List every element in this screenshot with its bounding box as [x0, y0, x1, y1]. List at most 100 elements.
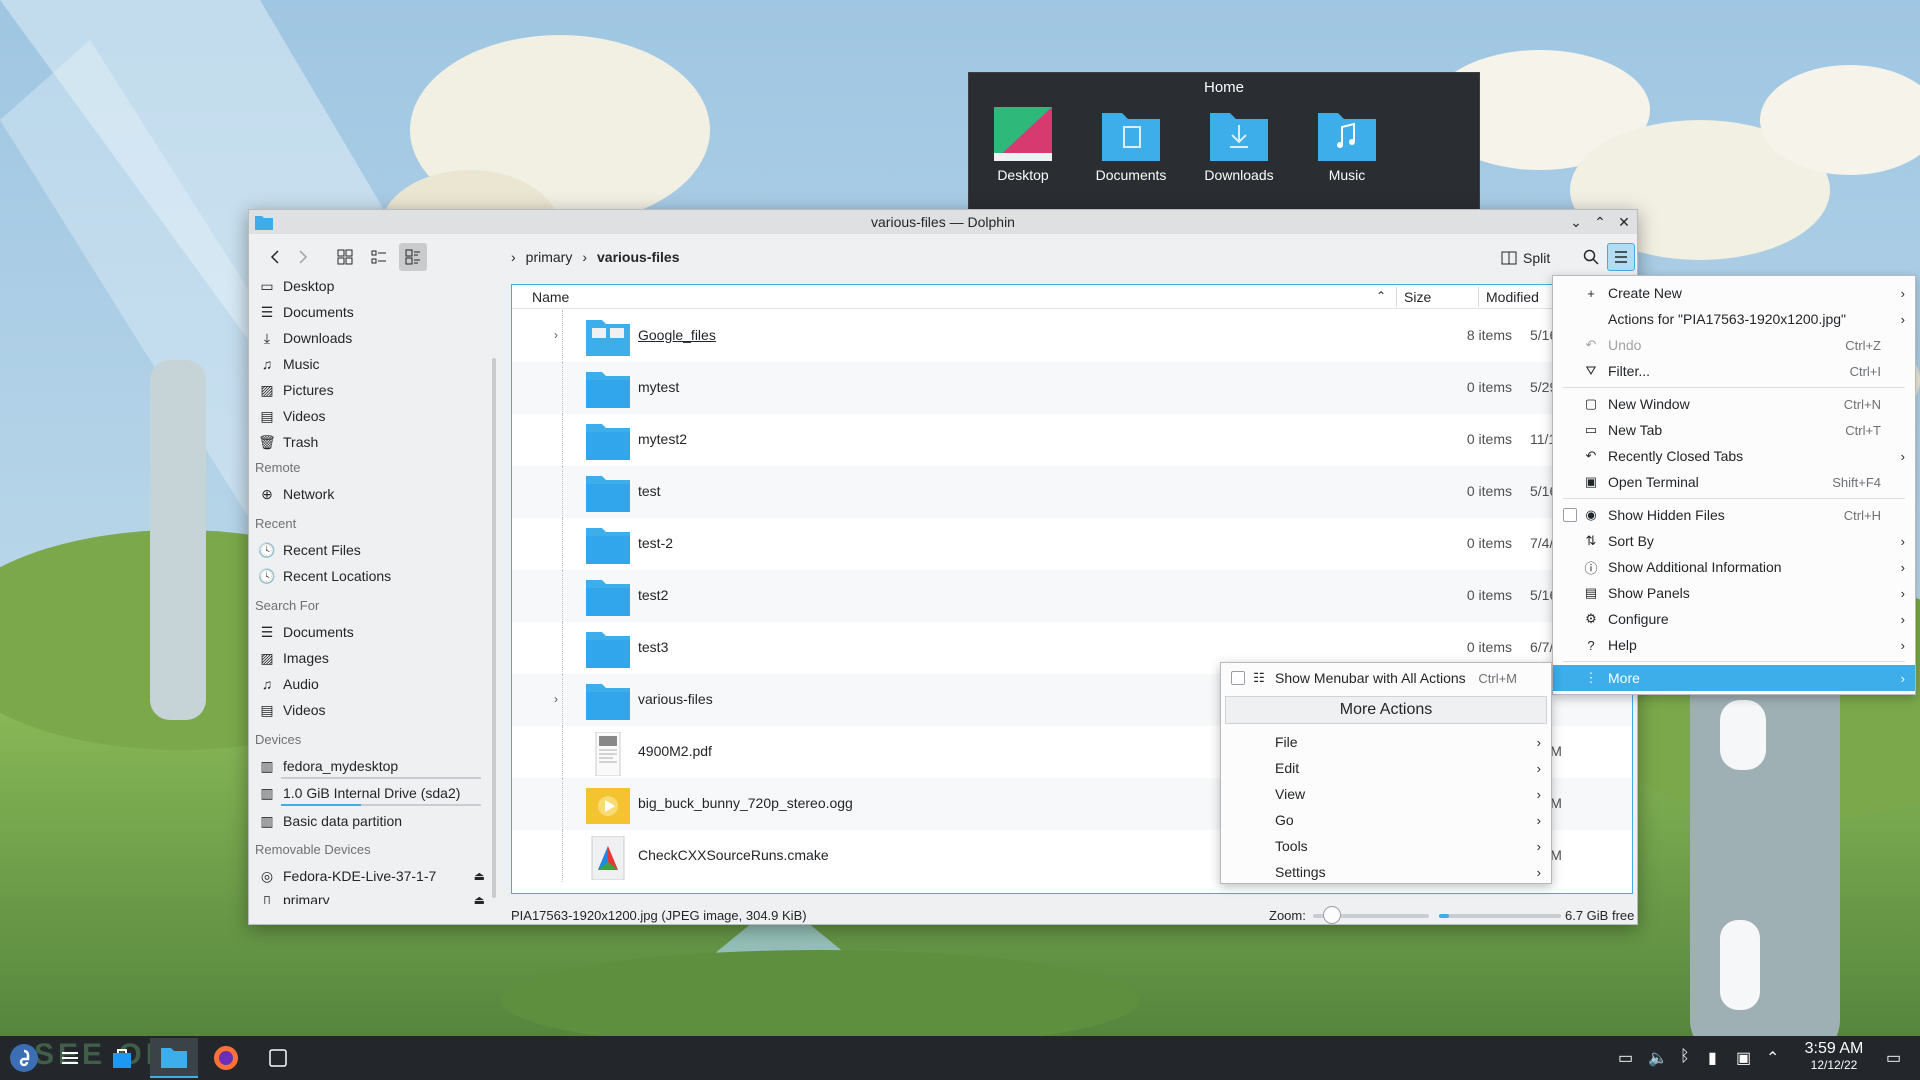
bluetooth-icon[interactable]: ᛒ [1680, 1048, 1690, 1066]
menu-item-show-menubar[interactable]: ☷ Show Menubar with All Actions Ctrl+M [1221, 665, 1551, 691]
chevron-right-icon[interactable]: › [554, 692, 558, 706]
menu-item-help[interactable]: ? Help › [1553, 632, 1915, 658]
file-icon [586, 316, 630, 359]
firefox-button[interactable] [202, 1038, 250, 1078]
sidebar-item-device-fedora[interactable]: ▥ fedora_mydesktop [259, 754, 398, 778]
submenu-item-edit[interactable]: Edit › [1221, 755, 1551, 781]
sidebar-item-pictures[interactable]: ▨ Pictures [259, 378, 334, 402]
sidebar-item-device-basic[interactable]: ▥ Basic data partition [259, 809, 402, 833]
zoom-slider-handle[interactable] [1323, 906, 1341, 924]
window-task-button[interactable] [254, 1038, 302, 1078]
menu-item-more[interactable]: ⋮ More › [1553, 665, 1915, 691]
sidebar-item-documents[interactable]: ☰ Documents [259, 300, 354, 324]
sidebar-item-music[interactable]: ♫ Music [259, 352, 320, 376]
minimize-button[interactable]: ⌄ [1567, 213, 1585, 231]
breadcrumb-item[interactable]: primary [526, 249, 573, 265]
submenu-item-view[interactable]: View › [1221, 781, 1551, 807]
file-row[interactable]: mytest20 items11/18/22 at 7: [512, 414, 1632, 466]
sort-ascending-icon: ⌃ [1376, 289, 1387, 303]
sidebar-item-network[interactable]: ⊕ Network [259, 482, 334, 506]
sidebar-item-removable-fedora-live[interactable]: ◎ Fedora-KDE-Live-37-1-7 [259, 864, 436, 888]
dolphin-task-button[interactable] [150, 1038, 198, 1078]
menu-item-open-terminal[interactable]: ▣ Open Terminal Shift+F4 [1553, 469, 1915, 495]
menu-item-label: Recently Closed Tabs [1608, 448, 1744, 464]
breadcrumb-current[interactable]: various-files [597, 249, 679, 265]
sidebar-item-search-videos[interactable]: ▤ Videos [259, 698, 325, 722]
menu-item-sort-by[interactable]: ⇅ Sort By › [1553, 528, 1915, 554]
sidebar-item-trash[interactable]: 🗑 Trash [258, 430, 318, 454]
eject-icon[interactable]: ⏏ [474, 869, 485, 883]
maximize-button[interactable]: ⌃ [1591, 213, 1609, 231]
menu-item-show-panels[interactable]: ▤ Show Panels › [1553, 580, 1915, 606]
popup-item-documents[interactable]: Documents [1081, 107, 1181, 183]
sidebar-item-search-images[interactable]: ▨ Images [259, 646, 329, 670]
network-tray-icon[interactable]: ▣ [1736, 1048, 1751, 1068]
file-row[interactable]: test20 items5/16/22 at 9:1 [512, 570, 1632, 622]
title-bar[interactable]: various-files — Dolphin ⌄ ⌃ ✕ [249, 210, 1637, 234]
sidebar-item-videos[interactable]: ▤ Videos [259, 404, 325, 428]
popup-item-downloads[interactable]: Downloads [1189, 107, 1289, 183]
file-row[interactable]: test-20 items7/4/22 at 4:05 [512, 518, 1632, 570]
split-button[interactable]: Split [1501, 246, 1550, 270]
search-button[interactable] [1577, 243, 1605, 271]
task-manager-button[interactable] [46, 1038, 94, 1078]
forward-button[interactable] [289, 243, 317, 271]
submenu-item-file[interactable]: File › [1221, 729, 1551, 755]
checkbox[interactable] [1563, 508, 1577, 522]
column-size[interactable]: Size [1404, 289, 1431, 305]
chevron-up-icon[interactable]: ⌃ [1766, 1048, 1779, 1068]
submenu-item-go[interactable]: Go › [1221, 807, 1551, 833]
file-name: various-files [638, 691, 713, 707]
details-view-button[interactable] [399, 243, 427, 271]
close-button[interactable]: ✕ [1615, 213, 1633, 231]
sidebar-item-recent-files[interactable]: 🕓 Recent Files [258, 538, 361, 562]
submenu-item-tools[interactable]: Tools › [1221, 833, 1551, 859]
show-desktop-icon[interactable]: ▭ [1886, 1048, 1901, 1068]
column-name[interactable]: Name [532, 289, 569, 305]
file-row[interactable]: test0 items5/16/22 at 9:0 [512, 466, 1632, 518]
popup-item-desktop[interactable]: Desktop [973, 107, 1073, 183]
menu-item-actions-for-pia17563-1920x1200-jpg[interactable]: Actions for "PIA17563-1920x1200.jpg" › [1553, 306, 1915, 332]
digital-clock[interactable]: 3:59 AM 12/12/22 [1792, 1040, 1876, 1072]
menu-item-configure[interactable]: ⚙ Configure › [1553, 606, 1915, 632]
sidebar-item-removable-primary[interactable]: ▯ primary [259, 888, 330, 905]
chevron-right-icon[interactable]: › [554, 328, 558, 342]
sidebar-item-recent-locations[interactable]: 🕓 Recent Locations [258, 564, 391, 588]
eject-icon[interactable]: ⏏ [474, 893, 485, 904]
menu-item-new-tab[interactable]: ▭ New Tab Ctrl+T [1553, 417, 1915, 443]
display-icon[interactable]: ▭ [1618, 1048, 1633, 1068]
sidebar-item-device-internal[interactable]: ▥ 1.0 GiB Internal Drive (sda2) [259, 781, 460, 805]
menu-item-undo[interactable]: ↶ Undo Ctrl+Z [1553, 332, 1915, 358]
tree-line [562, 674, 563, 726]
menu-item-new-window[interactable]: ▢ New Window Ctrl+N [1553, 391, 1915, 417]
sidebar-item-search-audio[interactable]: ♫ Audio [259, 672, 319, 696]
menu-item-filter[interactable]: ⛛ Filter... Ctrl+I [1553, 358, 1915, 384]
popup-item-music[interactable]: Music [1297, 107, 1397, 183]
desktop-icon: ▭ [260, 280, 274, 294]
folder-icon [586, 372, 630, 408]
volume-icon[interactable]: 🔈 [1648, 1048, 1668, 1068]
file-row[interactable]: ›Google_files8 items5/16/22 at 9:0 [512, 310, 1632, 362]
back-button[interactable] [261, 243, 289, 271]
menu-item-show-hidden-files[interactable]: ◉ Show Hidden Files Ctrl+H [1553, 502, 1915, 528]
icons-view-button[interactable] [331, 243, 359, 271]
discover-button[interactable] [98, 1038, 146, 1078]
sidebar-item-label: Pictures [283, 382, 334, 398]
file-row[interactable]: mytest0 items5/29/22 at 9:3 [512, 362, 1632, 414]
application-launcher[interactable] [0, 1038, 48, 1078]
file-size: 0 items [1466, 535, 1512, 551]
checkbox[interactable] [1231, 671, 1245, 685]
submenu-item-settings[interactable]: Settings › [1221, 859, 1551, 885]
sidebar-item-downloads[interactable]: ⤓ Downloads [259, 326, 352, 350]
sidebar-item-desktop[interactable]: ▭ Desktop [259, 280, 334, 298]
column-modified[interactable]: Modified [1486, 289, 1539, 305]
hamburger-menu-button[interactable] [1607, 243, 1635, 271]
menu-item-create-new[interactable]: + Create New › [1553, 280, 1915, 306]
menu-item-recently-closed-tabs[interactable]: ↶ Recently Closed Tabs › [1553, 443, 1915, 469]
menu-item-shortcut: Ctrl+T [1845, 422, 1881, 438]
menu-item-show-additional-information[interactable]: ⓘ Show Additional Information › [1553, 554, 1915, 580]
sidebar-item-search-documents[interactable]: ☰ Documents [259, 620, 354, 644]
sidebar-scrollbar[interactable] [492, 358, 496, 898]
usb-device-icon[interactable]: ▮ [1708, 1048, 1717, 1068]
compact-view-button[interactable] [365, 243, 393, 271]
